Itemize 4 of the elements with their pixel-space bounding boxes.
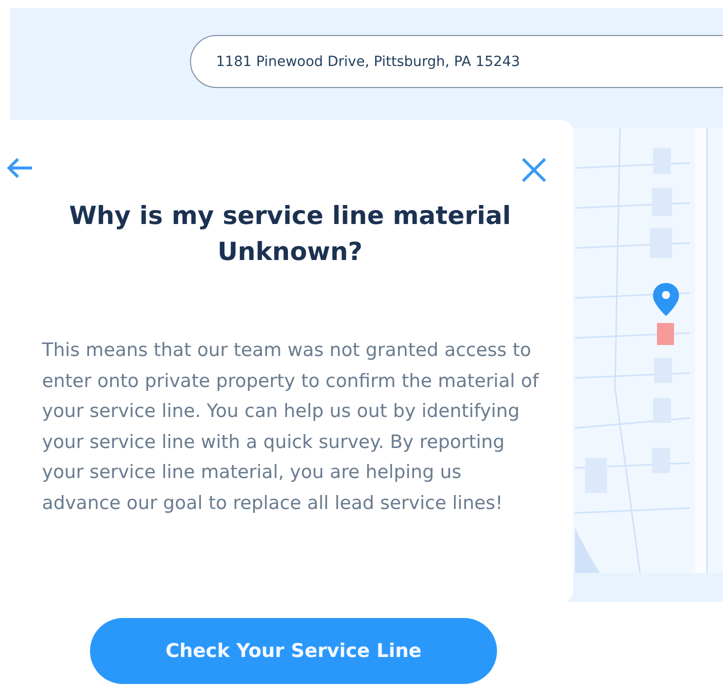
dialog-text: This means that our team was not granted access to enter onto private property to confirm the material of your service line. You can help us out by identifying your service line with a quick survey. By reporting your service line material, you are helping us advance our goal to replace all lead service lines! <box>42 339 540 516</box>
close-icon <box>519 155 549 185</box>
address-field[interactable]: 1181 Pinewood Drive, Pittsburgh, PA 15243 <box>190 35 723 88</box>
dialog-title: Why is my service line material Unknown? <box>68 200 512 268</box>
